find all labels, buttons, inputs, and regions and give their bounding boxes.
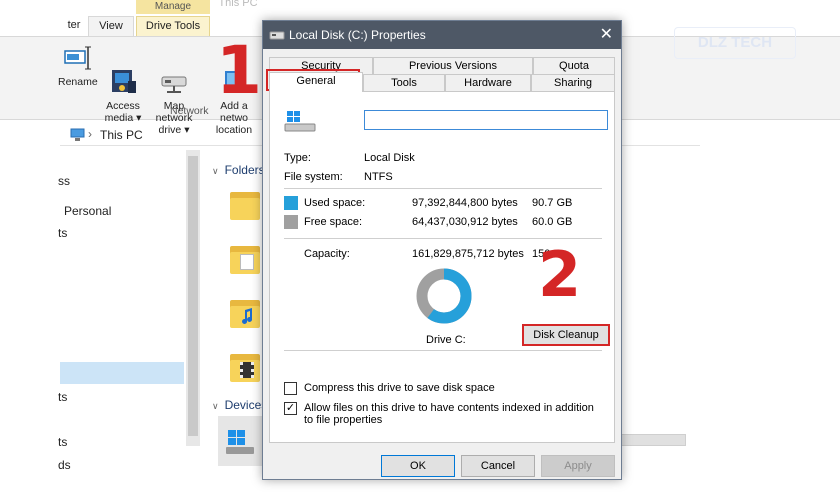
ribbon-tab-file[interactable]: ter [60, 16, 88, 36]
disk-usage-donut [416, 268, 472, 324]
file-system-value: NTFS [364, 171, 393, 183]
nav-item[interactable]: ts [58, 390, 67, 404]
folder-item[interactable] [228, 294, 262, 330]
windows-drive-icon [224, 428, 256, 459]
compress-label: Compress this drive to save disk space [304, 382, 495, 394]
drive-icon [269, 29, 285, 44]
free-space-size: 60.0 GB [532, 216, 573, 228]
section-devices[interactable]: ∨ Devices [212, 398, 267, 412]
divider [284, 350, 602, 351]
disk-cleanup-button[interactable]: Disk Cleanup [522, 324, 610, 346]
folder-item[interactable] [228, 348, 262, 384]
free-space-label: Free space: [304, 216, 363, 228]
pc-icon [70, 128, 86, 145]
chevron-down-icon: ∨ [212, 401, 219, 411]
apply-button[interactable]: Apply [541, 455, 615, 477]
used-space-size: 90.7 GB [532, 197, 573, 209]
nav-item-selected[interactable] [60, 362, 184, 384]
nav-item[interactable]: ss [58, 174, 70, 188]
tab-quota[interactable]: Quota [533, 57, 615, 75]
folder-item[interactable] [228, 186, 262, 222]
section-folders-label: Folders [224, 163, 265, 177]
nav-scrollbar[interactable] [186, 150, 200, 446]
access-media-label: Access media ▾ [104, 100, 142, 124]
tab-general[interactable]: General [269, 72, 363, 92]
close-icon[interactable]: ✕ [600, 24, 613, 44]
window-title: This PC [218, 0, 258, 9]
rename-label: Rename [58, 76, 98, 88]
nav-item[interactable]: Personal [64, 204, 111, 218]
ribbon-tab-manage[interactable]: Manage [136, 0, 210, 14]
nav-scrollbar-thumb[interactable] [188, 156, 198, 436]
navigation-pane: ss Personal ts ts ts ds [0, 150, 200, 500]
tab-hardware[interactable]: Hardware [445, 74, 531, 92]
free-space-bytes: 64,437,030,912 bytes [412, 216, 518, 228]
drive-name-input[interactable] [364, 110, 608, 130]
ribbon-tab-view[interactable]: View [88, 16, 134, 36]
tab-tools[interactable]: Tools [363, 74, 445, 92]
drive-large-icon [284, 110, 318, 137]
tab-sharing[interactable]: Sharing [531, 74, 615, 92]
used-space-swatch [284, 196, 298, 210]
film-icon [240, 362, 254, 378]
used-space-bytes: 97,392,844,800 bytes [412, 197, 518, 209]
type-value: Local Disk [364, 152, 415, 164]
cancel-button[interactable]: Cancel [461, 455, 535, 477]
ok-button[interactable]: OK [381, 455, 455, 477]
breadcrumb-chevron-icon: › [88, 127, 92, 141]
rename-icon [62, 43, 92, 73]
index-label: Allow files on this drive to have conten… [304, 402, 594, 426]
drive-letter-label: Drive C: [426, 334, 466, 346]
index-checkbox[interactable]: ✓ [284, 402, 297, 415]
step-2-marker: 2 [538, 238, 582, 311]
media-icon [108, 55, 138, 93]
dialog-title: Local Disk (C:) Properties [289, 28, 426, 42]
drive-usage-bar [620, 434, 686, 446]
capacity-bytes: 161,829,875,712 bytes [412, 248, 524, 260]
section-devices-label: Devices [224, 398, 268, 412]
folder-item[interactable] [228, 240, 262, 276]
step-1-marker: 1 [216, 32, 262, 109]
nav-item[interactable]: ds [58, 458, 71, 472]
rename-button[interactable]: Rename [58, 43, 98, 88]
divider [284, 188, 602, 189]
capacity-label: Capacity: [304, 248, 350, 260]
breadcrumb-this-pc[interactable]: This PC [100, 128, 143, 142]
file-system-label: File system: [284, 171, 343, 183]
dialog-titlebar[interactable]: Local Disk (C:) Properties ✕ [263, 21, 621, 49]
watermark-logo: DLZ TECH [674, 27, 796, 59]
nav-item[interactable]: ts [58, 435, 67, 449]
section-folders[interactable]: ∨ Folders [212, 163, 265, 177]
music-note-icon [240, 308, 254, 324]
tab-previous-versions[interactable]: Previous Versions [373, 57, 533, 75]
ribbon-group-network: Network [170, 105, 209, 117]
network-drive-icon [159, 55, 189, 93]
nav-item[interactable]: ts [58, 226, 67, 240]
ribbon-tab-drive-tools[interactable]: Drive Tools [136, 16, 210, 36]
free-space-swatch [284, 215, 298, 229]
compress-checkbox[interactable] [284, 382, 297, 395]
used-space-label: Used space: [304, 197, 366, 209]
type-label: Type: [284, 152, 311, 164]
access-media-button[interactable]: Access media ▾ [104, 43, 142, 136]
tab-row-bottom: General Tools Hardware Sharing [269, 72, 615, 92]
drive-c-tile[interactable] [218, 416, 262, 466]
chevron-down-icon: ∨ [212, 166, 219, 176]
